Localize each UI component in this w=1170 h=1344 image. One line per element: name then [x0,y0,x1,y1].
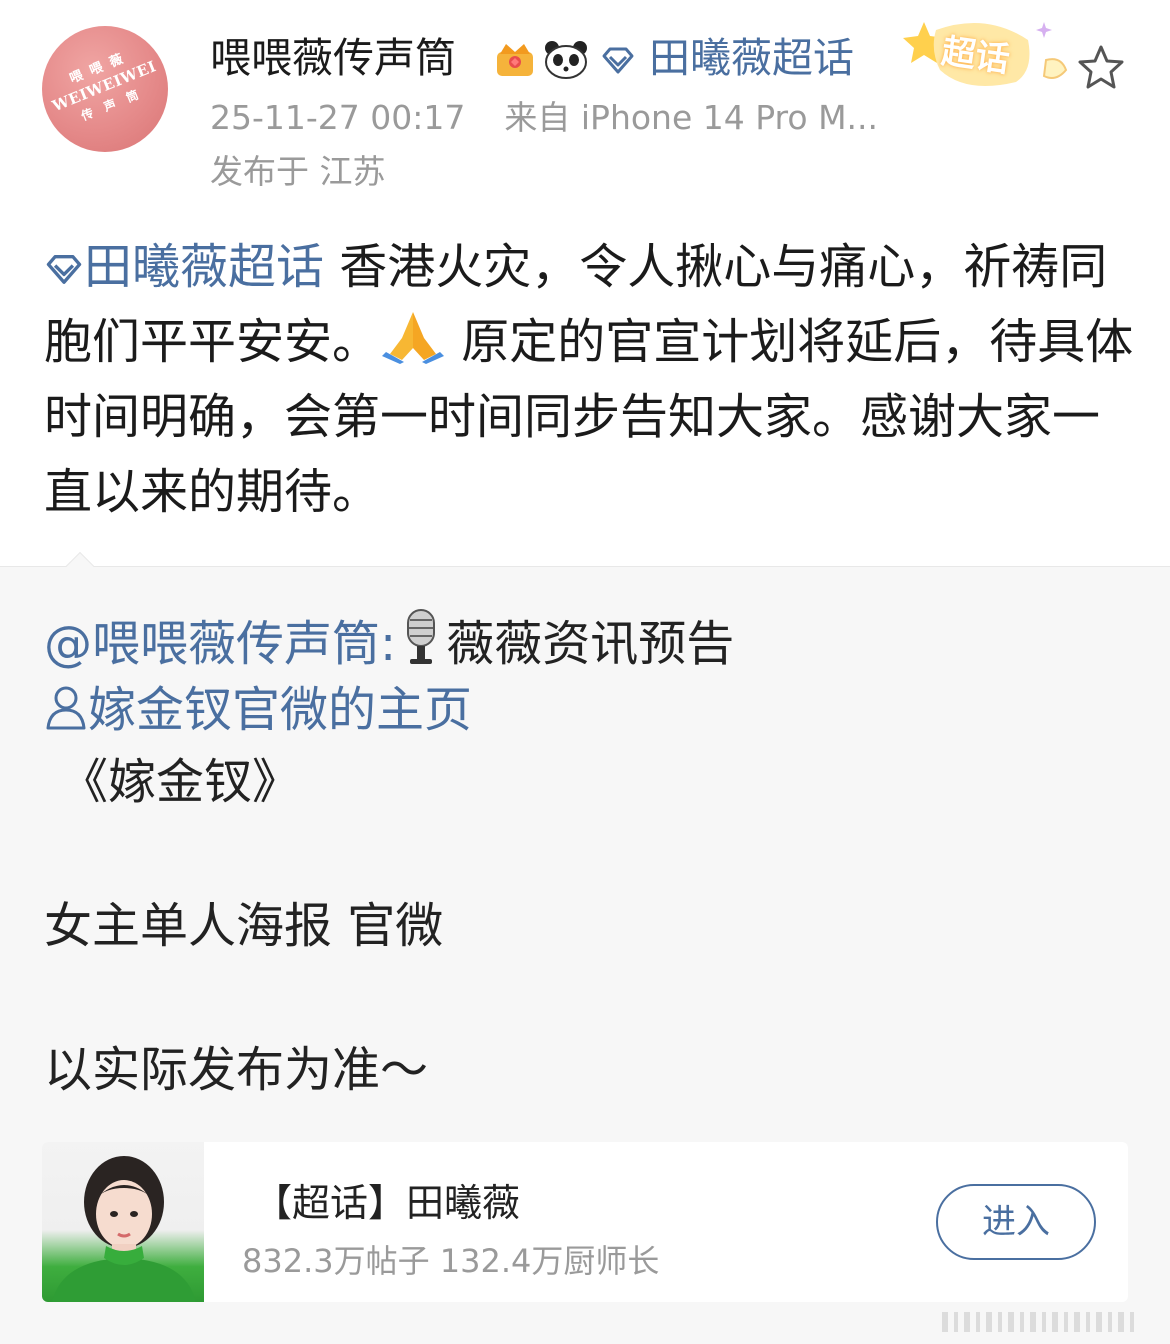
folded-hands-emoji [382,312,445,364]
person-icon [46,686,86,730]
repost-text-poster: 女主单人海报 官微 [44,898,444,954]
homepage-link[interactable]: 嫁金钗官微的主页 [44,680,472,740]
supertopic-thumbnail [42,1142,204,1302]
supertopic-card-title: 【超话】田曦薇 [254,1181,521,1225]
panda-icon [545,41,587,79]
diamond-supertopic-icon [46,255,82,284]
post-text: 田曦薇超话 香港火灾，令人揪心与痛心，祈祷同胞们平平安安。 原定的官宣计划将延后… [44,230,1134,530]
supertopic-label: 田曦薇超话 [649,34,855,82]
username-link[interactable]: 喂喂薇传声筒 [210,32,456,84]
post-source: 来自 iPhone 14 Pro M... [504,98,879,137]
supertopic-link-body[interactable]: 田曦薇超话 [44,239,324,295]
portrait-image [52,1156,196,1302]
crown-badge-icon [497,44,533,76]
microphone-emoji [407,609,436,664]
drama-title: 《嫁金钗》 [60,754,301,810]
supertopic-card-stats: 832.3万帖子 132.4万厨师长 [242,1242,660,1280]
repost-header: @喂喂薇传声筒: 薇薇资讯预告 [44,608,734,674]
homepage-link-label: 嫁金钗官微的主页 [88,682,473,738]
supertopic-card[interactable]: 【超话】田曦薇 832.3万帖子 132.4万厨师长 进入 [42,1142,1128,1302]
mention-link[interactable]: @喂喂薇传声筒: [44,616,396,672]
enter-supertopic-button[interactable]: 进入 [936,1184,1096,1260]
supertopic-link-body-label: 田曦薇超话 [84,239,325,295]
avatar[interactable]: 喂 喂 薇 WEIWEIWEI 传 声 筒 [42,26,168,152]
supertopic-sticker: 超话 [896,10,1076,100]
diamond-supertopic-icon [602,47,634,74]
watermark-graphic [942,1312,1134,1332]
repost-text-note: 以实际发布为准～ [44,1042,429,1098]
star-favorite-icon[interactable] [1076,44,1126,92]
post-location: 发布于 江苏 [210,152,386,191]
repost-title-text: 薇薇资讯预告 [446,616,735,672]
post-meta: 25-11-27 00:17 来自 iPhone 14 Pro M... [210,98,878,138]
weibo-post-page: 喂 喂 薇 WEIWEIWEI 传 声 筒 喂喂薇传声筒 田曦薇超话 超话 25… [0,0,1170,1344]
supertopic-link-header[interactable]: 田曦薇超话 [600,32,854,84]
timestamp: 25-11-27 00:17 [210,98,466,137]
avatar-logo-text: 喂 喂 薇 WEIWEIWEI 传 声 筒 [49,51,159,124]
